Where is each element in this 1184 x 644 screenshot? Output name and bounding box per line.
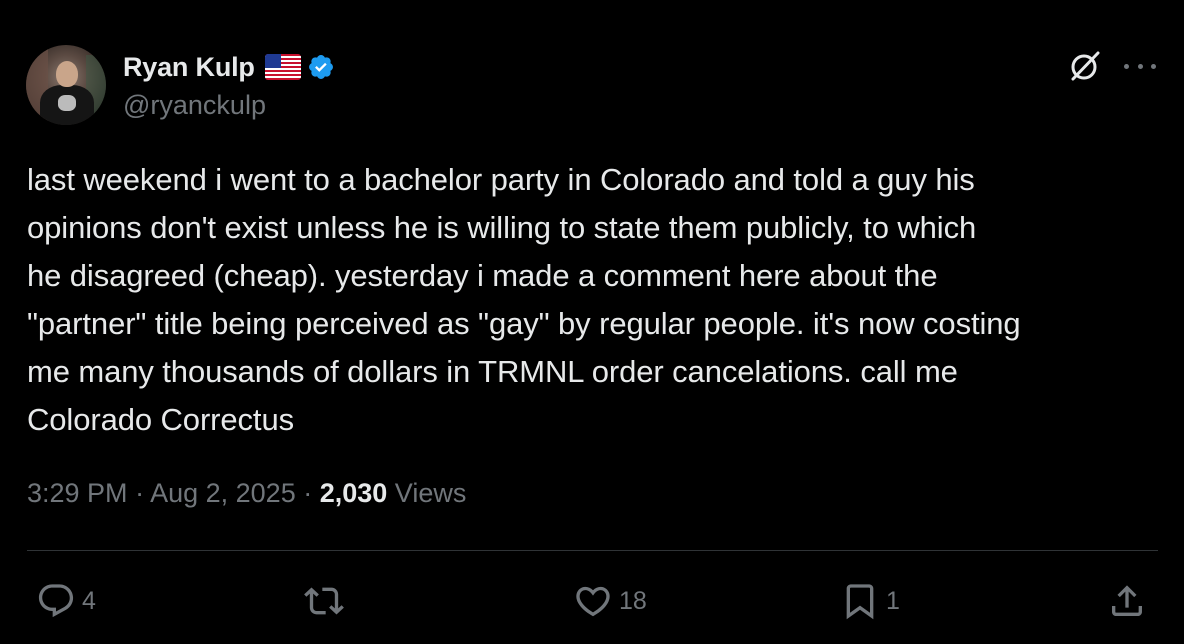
bookmark-count: 1	[886, 586, 900, 615]
us-flag-icon	[264, 54, 301, 80]
like-count: 18	[619, 586, 647, 615]
tweet-date[interactable]: Aug 2, 2025	[150, 478, 296, 508]
tweet-metadata: 3:29 PM · Aug 2, 2025 · 2,030 Views	[27, 478, 466, 509]
meta-separator: ·	[127, 478, 151, 508]
tweet-text-line: "partner" title being perceived as "gay"…	[27, 306, 1021, 341]
tweet-text-line: opinions don't exist unless he is willin…	[27, 210, 977, 245]
tweet-text: last weekend i went to a bachelor party …	[27, 156, 1167, 444]
action-bar: 4 18 1	[0, 578, 1184, 624]
bookmark-button[interactable]: 1	[840, 578, 900, 624]
avatar-shirt-print	[58, 95, 76, 111]
author-name-row: Ryan Kulp	[123, 50, 335, 84]
repost-button[interactable]	[304, 578, 350, 624]
views-label: Views	[387, 478, 467, 508]
share-icon	[1112, 585, 1142, 616]
tweet-text-line: me many thousands of dollars in TRMNL or…	[27, 354, 958, 389]
views-count[interactable]: 2,030	[320, 478, 388, 508]
tweet-text-line: he disagreed (cheap). yesterday i made a…	[27, 258, 938, 293]
like-button[interactable]: 18	[573, 578, 647, 624]
more-options-icon[interactable]	[1124, 56, 1156, 76]
author-display-name[interactable]: Ryan Kulp	[123, 52, 255, 83]
heart-icon	[576, 586, 610, 617]
divider	[27, 550, 1158, 551]
bookmark-icon	[846, 584, 874, 620]
verified-badge-icon[interactable]	[307, 53, 335, 81]
grok-icon[interactable]	[1067, 48, 1103, 84]
share-button[interactable]	[1107, 578, 1147, 624]
tweet-text-line: last weekend i went to a bachelor party …	[27, 162, 975, 197]
repost-icon	[304, 587, 344, 615]
reply-icon	[38, 584, 74, 618]
meta-separator: ·	[295, 478, 320, 508]
tweet-text-line: Colorado Correctus	[27, 402, 294, 437]
author-handle[interactable]: @ryanckulp	[123, 90, 266, 121]
reply-count: 4	[82, 586, 96, 615]
avatar-head	[56, 61, 78, 87]
reply-button[interactable]: 4	[36, 578, 96, 624]
tweet-time[interactable]: 3:29 PM	[27, 478, 128, 508]
avatar[interactable]	[26, 45, 106, 125]
